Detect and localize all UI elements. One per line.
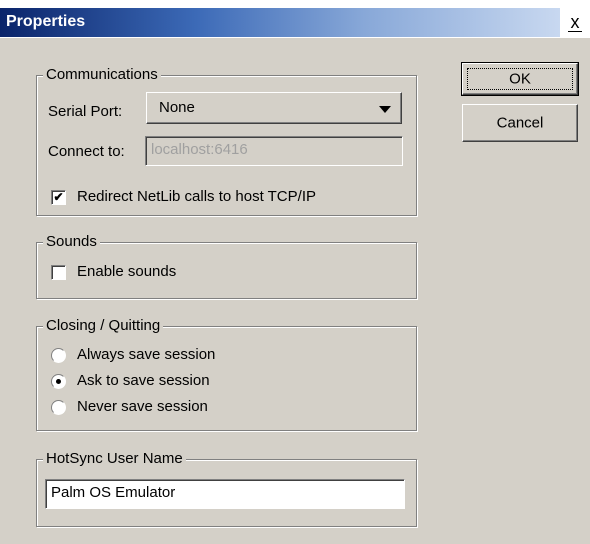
enable-sounds-checkbox[interactable] [51,265,66,280]
window-title: Properties [6,13,86,30]
close-button[interactable]: x [564,12,586,34]
communications-legend: Communications [43,66,161,84]
cancel-button-label: Cancel [496,114,544,132]
closing-group: Closing / Quitting Always save session A… [36,317,417,431]
redirect-netlib-label: Redirect NetLib calls to host TCP/IP [77,188,316,205]
hotsync-legend: HotSync User Name [43,450,186,468]
chevron-down-icon[interactable] [379,106,391,113]
serial-port-combo[interactable]: None [146,92,402,124]
hotsync-group: HotSync User Name Palm OS Emulator [36,450,417,527]
title-bar-gradient: Properties [0,8,560,37]
ask-save-radio[interactable] [51,374,66,389]
closing-legend: Closing / Quitting [43,317,164,335]
enable-sounds-label: Enable sounds [77,263,177,280]
always-save-label: Always save session [77,346,216,363]
connect-to-label: Connect to: [48,143,125,160]
sounds-legend: Sounds [43,233,100,251]
ok-button[interactable]: OK [461,62,579,96]
never-save-radio[interactable] [51,400,66,415]
close-icon: x [570,12,580,32]
never-save-label: Never save session [77,398,208,415]
redirect-netlib-checkbox[interactable]: ✔ [51,190,66,205]
ask-save-label: Ask to save session [77,372,210,389]
hotsync-user-name-field[interactable]: Palm OS Emulator [45,479,405,509]
serial-port-value: None [159,99,195,116]
cancel-button[interactable]: Cancel [462,104,578,142]
serial-port-label: Serial Port: [48,103,123,120]
title-bar: Properties x [0,0,590,38]
ok-button-label: OK [509,70,531,88]
communications-group: Communications Serial Port: None Connect… [36,66,417,216]
sounds-group: Sounds Enable sounds [36,233,417,299]
connect-to-field[interactable]: localhost:6416 [145,136,403,166]
always-save-radio[interactable] [51,348,66,363]
